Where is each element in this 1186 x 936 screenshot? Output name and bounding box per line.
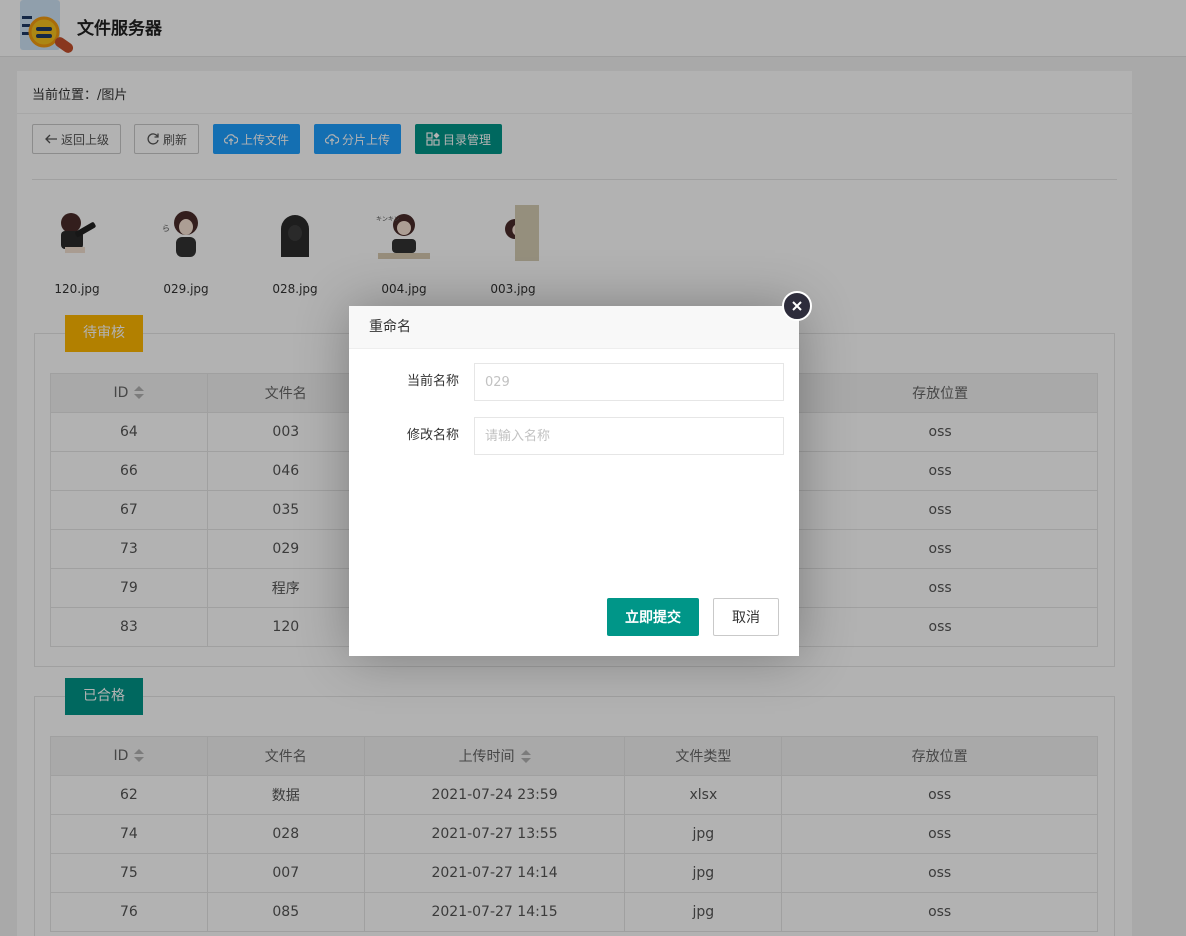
submit-button[interactable]: 立即提交 (607, 598, 699, 636)
current-name-label: 当前名称 (406, 374, 459, 389)
rename-dialog: 重命名 当前名称 修改名称 立即提交 取消 (349, 291, 812, 656)
current-name-input[interactable] (474, 363, 784, 401)
new-name-input[interactable] (474, 417, 784, 455)
new-name-label: 修改名称 (406, 428, 459, 443)
current-name-row: 当前名称 (349, 363, 799, 401)
close-button[interactable] (782, 291, 812, 321)
new-name-row: 修改名称 (349, 417, 799, 455)
cancel-button[interactable]: 取消 (713, 598, 779, 636)
dialog-title: 重命名 (349, 306, 799, 349)
close-icon (792, 301, 802, 311)
